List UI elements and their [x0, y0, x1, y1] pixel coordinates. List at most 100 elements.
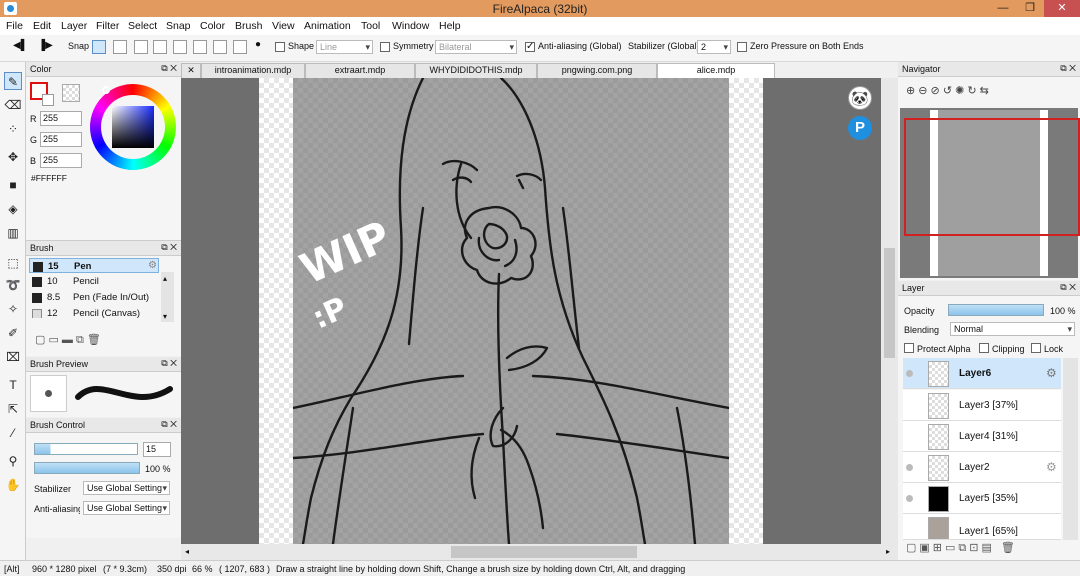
antialias-checkbox[interactable] [525, 41, 535, 52]
snap-parallel-button[interactable] [113, 40, 127, 54]
eraser-tool-icon[interactable]: ⌫ [4, 96, 22, 114]
shape-checkbox[interactable] [275, 42, 285, 52]
magic-wand-tool-icon[interactable]: ✧ [4, 300, 22, 318]
blending-select[interactable]: Normal [950, 322, 1075, 336]
menu-file[interactable]: File [6, 20, 23, 32]
navigator-zoom-controls[interactable]: ⊕ ⊖ ⊘ ↺ ✺ ↻ ⇆ [906, 84, 989, 97]
snap-parallel-curve-button[interactable] [153, 40, 167, 54]
layer-row-layer1[interactable]: Layer1 [65%] [903, 514, 1061, 540]
snap-off-button[interactable] [92, 40, 106, 54]
panel-buttons[interactable]: ⧉ ✕ [1060, 282, 1076, 293]
menu-select[interactable]: Select [128, 20, 157, 32]
gear-icon[interactable]: ⚙ [1046, 460, 1057, 474]
menu-tool[interactable]: Tool [361, 20, 380, 32]
saturation-value-square[interactable] [112, 106, 154, 148]
menu-animation[interactable]: Animation [304, 20, 351, 32]
prev-frame-icon[interactable]: ◀▌ [13, 40, 28, 51]
panel-buttons[interactable]: ⧉ ✕ [161, 242, 177, 253]
next-frame-icon[interactable]: ▐▶ [38, 40, 53, 51]
layer-row-layer4[interactable]: Layer4 [31%] [903, 421, 1061, 452]
visibility-eye-icon[interactable] [906, 464, 913, 471]
panel-buttons[interactable]: ⧉ ✕ [1060, 63, 1076, 74]
tab-close-icon[interactable]: ✕ [181, 63, 201, 78]
background-color-swatch[interactable] [42, 94, 54, 106]
brush-opacity-slider[interactable] [34, 462, 140, 474]
menu-snap[interactable]: Snap [166, 20, 191, 32]
transparent-color-swatch[interactable] [62, 84, 80, 102]
dot-tool-icon[interactable]: ⁘ [4, 120, 22, 138]
snap-settings-icon[interactable]: ● [255, 39, 261, 50]
zero-pressure-checkbox[interactable] [737, 42, 747, 52]
minimize-button[interactable]: — [990, 0, 1016, 17]
navigator-preview[interactable] [900, 108, 1080, 278]
gear-icon[interactable]: ⚙ [1046, 366, 1057, 380]
panel-buttons[interactable]: ⧉ ✕ [161, 419, 177, 430]
hand-tool-icon[interactable]: ✋ [4, 476, 22, 494]
menu-filter[interactable]: Filter [96, 20, 119, 32]
divide-tool-icon[interactable]: ⁄ [4, 424, 22, 442]
visibility-eye-icon[interactable] [906, 370, 913, 377]
menu-color[interactable]: Color [200, 20, 225, 32]
shape-dropdown[interactable]: Line [316, 40, 373, 54]
layer-row-layer6[interactable]: Layer6 ⚙ [903, 358, 1061, 389]
lasso-tool-icon[interactable]: ➰ [4, 276, 22, 294]
symmetry-checkbox[interactable] [380, 42, 390, 52]
move-tool-icon[interactable]: ✥ [4, 148, 22, 166]
protect-alpha-checkbox[interactable] [904, 343, 914, 353]
tab-extraart[interactable]: extraart.mdp [305, 63, 415, 78]
brush-size-slider[interactable] [34, 443, 138, 455]
snap-perspective-button[interactable] [233, 40, 247, 54]
canvas-vertical-scrollbar[interactable] [881, 78, 898, 544]
panel-buttons[interactable]: ⧉ ✕ [161, 358, 177, 369]
hue-wheel[interactable] [90, 84, 176, 170]
menu-window[interactable]: Window [392, 20, 429, 32]
brush-list-scrollbar[interactable]: ▴ ▾ [161, 272, 174, 322]
menu-edit[interactable]: Edit [33, 20, 51, 32]
tab-whydididothis[interactable]: WHYDIDIDOTHIS.mdp [415, 63, 537, 78]
snap-circle-button[interactable] [193, 40, 207, 54]
panel-buttons[interactable]: ⧉ ✕ [161, 63, 177, 74]
snap-grid-button[interactable] [134, 40, 148, 54]
pixiv-upload-icon[interactable]: P [848, 116, 872, 140]
eyedropper-tool-icon[interactable]: ⚲ [4, 452, 22, 470]
fill-tool-icon[interactable]: ■ [4, 176, 22, 194]
antialias-select[interactable]: Use Global Setting [83, 501, 170, 515]
brush-item-pen[interactable]: 15 Pen ⚙ [29, 258, 159, 273]
close-button[interactable]: ✕ [1044, 0, 1080, 17]
navigator-viewport-frame[interactable] [904, 118, 1080, 236]
symmetry-dropdown[interactable]: Bilateral [435, 40, 517, 54]
snap-radial-button[interactable] [173, 40, 187, 54]
visibility-eye-icon[interactable] [906, 495, 913, 502]
gradient-tool-icon[interactable]: ▥ [4, 224, 22, 242]
layer-row-layer5[interactable]: Layer5 [35%] [903, 483, 1061, 514]
lock-checkbox[interactable] [1031, 343, 1041, 353]
layer-row-layer3[interactable]: Layer3 [37%] [903, 390, 1061, 421]
brush-size-input[interactable]: 15 [143, 442, 171, 457]
brush-tool-icon[interactable]: ✎ [4, 72, 22, 90]
layer-opacity-slider[interactable] [948, 304, 1044, 316]
snap-curve-button[interactable] [213, 40, 227, 54]
alpaca-mascot-icon[interactable]: 🐼 [848, 86, 872, 110]
brush-item-pencil[interactable]: 10 Pencil [29, 274, 159, 289]
layer-row-layer2[interactable]: Layer2 ⚙ [903, 452, 1061, 483]
canvas-area[interactable]: WIP :P 🐼 P [181, 78, 881, 544]
canvas-horizontal-scrollbar[interactable]: ◂ ▸ [181, 544, 898, 560]
stabilizer-select[interactable]: Use Global Setting [83, 481, 170, 495]
operation-tool-icon[interactable]: ⇱ [4, 400, 22, 418]
bucket-tool-icon[interactable]: ◈ [4, 200, 22, 218]
select-tool-icon[interactable]: ⬚ [4, 254, 22, 272]
hue-handle-icon[interactable] [102, 86, 110, 94]
r-input[interactable]: 255 [40, 111, 82, 126]
menu-brush[interactable]: Brush [235, 20, 262, 32]
stabilizer-dropdown[interactable]: 2 [697, 40, 731, 54]
brush-panel-actions[interactable]: ▢ ▭ ▬ ⧉ 🗑 [35, 333, 101, 347]
layer-list-scrollbar[interactable] [1063, 358, 1078, 540]
clipping-checkbox[interactable] [979, 343, 989, 353]
b-input[interactable]: 255 [40, 153, 82, 168]
layer-panel-actions[interactable]: ▢▣⊞▭⧉⊡▤ 🗑 [906, 541, 1018, 555]
menu-layer[interactable]: Layer [61, 20, 87, 32]
select-pen-tool-icon[interactable]: ✐ [4, 324, 22, 342]
maximize-button[interactable]: ❐ [1017, 0, 1043, 17]
gear-icon[interactable]: ⚙ [148, 260, 157, 271]
g-input[interactable]: 255 [40, 132, 82, 147]
